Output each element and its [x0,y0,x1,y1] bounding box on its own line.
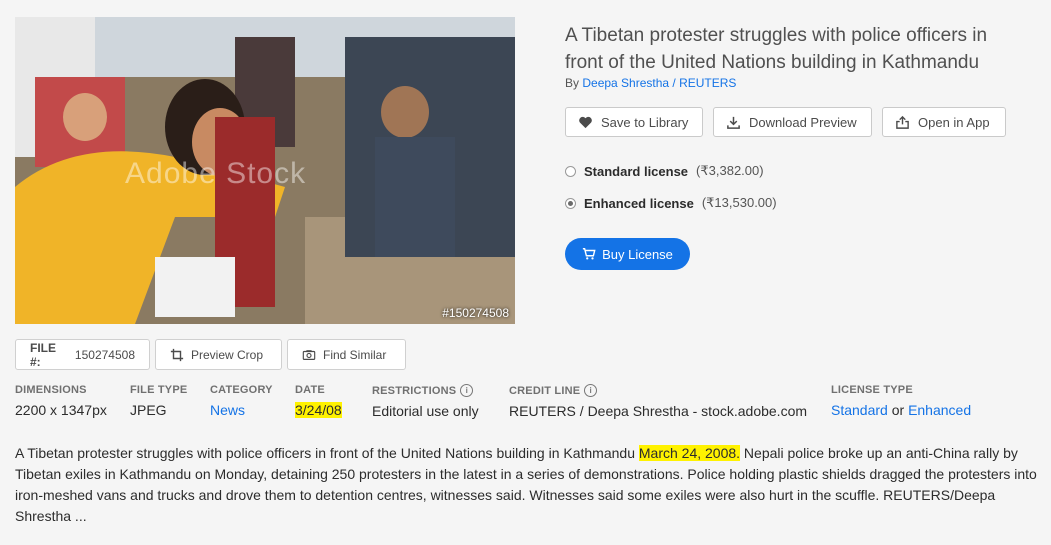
buy-license-button[interactable]: Buy License [565,238,690,270]
open-label: Open in App [918,114,990,130]
category-link[interactable]: News [210,402,245,418]
photo-id-label: #150274508 [442,306,509,320]
file-number: 150274508 [74,347,135,362]
file-label: FILE #: [30,340,56,369]
meta-dimensions: DIMENSIONS 2200 x 1347px [15,384,107,418]
meta-credit-line: CREDIT LINE i REUTERS / Deepa Shrestha - … [509,384,807,419]
watermark-text: Adobe Stock [125,157,307,190]
preview-crop-label: Preview Crop [191,347,264,362]
radio-standard[interactable] [565,165,576,177]
license-price: (₹13,530.00) [701,195,777,210]
buy-label: Buy License [602,246,673,262]
save-to-library-button[interactable]: Save to Library [565,107,703,137]
meta-label: CATEGORY [210,384,273,396]
meta-date: DATE 3/24/08 [295,384,342,418]
file-number-chip: FILE #: 150274508 [15,339,150,370]
page-title: A Tibetan protester struggles with polic… [565,25,988,73]
meta-filetype: FILE TYPE JPEG [130,384,187,418]
meta-value: Editorial use only [372,403,479,419]
info-icon[interactable]: i [584,384,598,397]
meta-category: CATEGORY News [210,384,273,418]
license-option-standard[interactable]: Standard license (₹3,382.00) [565,163,764,179]
download-label: Download Preview [749,114,857,130]
image-description: A Tibetan protester struggles with polic… [15,443,1040,527]
stock-photo[interactable]: Adobe Stock #150274508 [15,17,515,324]
byline: By Deepa Shrestha / REUTERS [565,76,736,90]
meta-label: DATE [295,384,325,396]
heart-icon [579,116,592,128]
license-or-text: or [891,402,905,418]
download-icon [727,116,740,129]
byline-prefix: By [565,76,580,90]
info-icon[interactable]: i [460,384,474,397]
open-in-app-button[interactable]: Open in App [882,107,1006,137]
find-similar-label: Find Similar [323,347,387,362]
meta-license-type: LICENSE TYPE Standard or Enhanced [831,384,971,418]
meta-label-row: RESTRICTIONS i [372,384,479,397]
download-preview-button[interactable]: Download Preview [713,107,872,137]
meta-label: RESTRICTIONS [372,384,457,397]
meta-value: 2200 x 1347px [15,402,107,418]
crop-icon [170,348,184,361]
meta-restrictions: RESTRICTIONS i Editorial use only [372,384,479,419]
date-value: 3/24/08 [295,402,342,418]
license-name: Enhanced license [584,195,694,211]
save-label: Save to Library [601,114,689,130]
preview-crop-button[interactable]: Preview Crop [155,339,282,370]
license-standard-link[interactable]: Standard [831,402,888,418]
description-text: A Tibetan protester struggles with polic… [15,445,639,461]
camera-icon [302,349,316,360]
meta-label: DIMENSIONS [15,384,87,396]
license-enhanced-link[interactable]: Enhanced [908,402,971,418]
share-icon [896,115,909,129]
meta-value: JPEG [130,402,167,418]
radio-enhanced[interactable] [565,197,576,209]
meta-value: REUTERS / Deepa Shrestha - stock.adobe.c… [509,403,808,419]
meta-label: LICENSE TYPE [831,384,913,396]
license-option-enhanced[interactable]: Enhanced license (₹13,530.00) [565,195,777,211]
meta-label: CREDIT LINE [509,384,581,397]
license-price: (₹3,382.00) [696,163,764,178]
find-similar-button[interactable]: Find Similar [287,339,406,370]
meta-label-row: CREDIT LINE i [509,384,807,397]
cart-icon [582,248,596,260]
meta-label: FILE TYPE [130,384,188,396]
description-highlight: March 24, 2008. [638,445,741,461]
license-name: Standard license [584,163,689,179]
author-link[interactable]: Deepa Shrestha / REUTERS [582,76,736,90]
